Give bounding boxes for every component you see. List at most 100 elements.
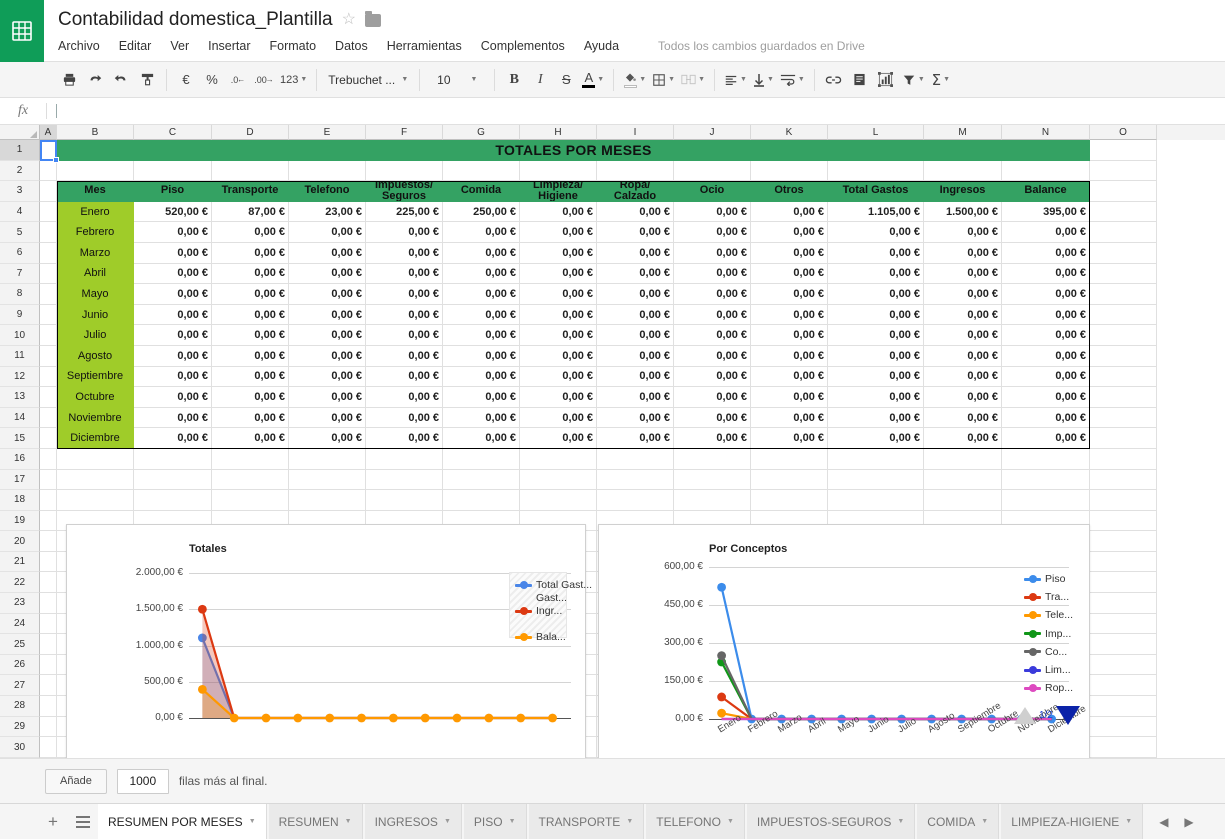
column-header-E[interactable]: E — [289, 125, 366, 140]
cell[interactable] — [134, 470, 212, 491]
add-rows-button[interactable]: Añade — [45, 769, 107, 794]
table-header-cell[interactable]: Impuestos/Seguros — [366, 181, 443, 202]
increase-decimal-button[interactable]: .00→ — [251, 67, 277, 93]
month-cell[interactable]: Mayo — [57, 284, 134, 305]
column-header-F[interactable]: F — [366, 125, 443, 140]
value-cell[interactable]: 0,00 € — [674, 305, 751, 326]
value-cell[interactable]: 0,00 € — [212, 243, 289, 264]
sheet-tab-impuestos-seguros[interactable]: IMPUESTOS-SEGUROS▼ — [747, 804, 915, 839]
cell[interactable] — [1002, 161, 1090, 182]
chart-legend-item[interactable]: Bala... — [515, 631, 566, 643]
value-cell[interactable]: 0,00 € — [828, 284, 924, 305]
value-cell[interactable]: 0,00 € — [289, 305, 366, 326]
filter-icon[interactable]: ▼ — [899, 67, 928, 93]
cell[interactable] — [366, 161, 443, 182]
cell[interactable] — [520, 490, 597, 511]
page-title[interactable]: Contabilidad domestica_Plantilla — [58, 9, 333, 31]
cell[interactable] — [366, 449, 443, 470]
cell[interactable] — [40, 222, 57, 243]
menu-herramientas[interactable]: Herramientas — [387, 39, 462, 53]
value-cell[interactable]: 0,00 € — [520, 305, 597, 326]
value-cell[interactable]: 0,00 € — [674, 264, 751, 285]
value-cell[interactable]: 0,00 € — [520, 408, 597, 429]
cell[interactable] — [597, 490, 674, 511]
chart-legend-item[interactable]: Tra... — [1024, 591, 1069, 603]
cell[interactable] — [40, 737, 57, 758]
cell[interactable] — [1090, 346, 1157, 367]
value-cell[interactable]: 0,00 € — [289, 408, 366, 429]
cell[interactable] — [40, 264, 57, 285]
row-header-26[interactable]: 26 — [0, 655, 40, 676]
functions-sigma-icon[interactable]: Σ ▼ — [928, 67, 954, 93]
hamburger-list-icon[interactable] — [68, 804, 98, 839]
value-cell[interactable]: 0,00 € — [212, 408, 289, 429]
vertical-align-icon[interactable]: ▼ — [750, 67, 777, 93]
row-header-24[interactable]: 24 — [0, 614, 40, 635]
value-cell[interactable]: 0,00 € — [443, 243, 520, 264]
cell[interactable] — [40, 490, 57, 511]
month-cell[interactable]: Agosto — [57, 346, 134, 367]
cell[interactable] — [1090, 222, 1157, 243]
value-cell[interactable]: 0,00 € — [520, 346, 597, 367]
chevron-down-icon[interactable]: ▼ — [727, 818, 734, 825]
month-cell[interactable]: Febrero — [57, 222, 134, 243]
chevron-down-icon[interactable]: ▼ — [345, 818, 352, 825]
merge-cells-icon[interactable]: ▼ — [678, 67, 708, 93]
cell[interactable] — [212, 470, 289, 491]
row-header-8[interactable]: 8 — [0, 284, 40, 305]
table-header-cell[interactable]: Telefono — [289, 181, 366, 202]
currency-format-button[interactable]: € — [173, 67, 199, 93]
column-header-O[interactable]: O — [1090, 125, 1157, 140]
cell[interactable] — [289, 161, 366, 182]
plus-icon[interactable]: + — [38, 804, 68, 839]
value-cell[interactable]: 0,00 € — [924, 305, 1002, 326]
cell[interactable] — [1090, 428, 1157, 449]
cell[interactable] — [1090, 490, 1157, 511]
value-cell[interactable]: 0,00 € — [924, 428, 1002, 449]
value-cell[interactable]: 0,00 € — [520, 367, 597, 388]
chevron-down-icon[interactable]: ▼ — [509, 818, 516, 825]
sheets-grid-icon[interactable] — [0, 0, 44, 62]
value-cell[interactable]: 0,00 € — [828, 325, 924, 346]
value-cell[interactable]: 0,00 € — [520, 243, 597, 264]
value-cell[interactable]: 0,00 € — [674, 222, 751, 243]
value-cell[interactable]: 0,00 € — [134, 408, 212, 429]
sheet-tab-telefono[interactable]: TELEFONO▼ — [646, 804, 745, 839]
value-cell[interactable]: 1.500,00 € — [924, 202, 1002, 223]
cell[interactable] — [828, 161, 924, 182]
column-header-I[interactable]: I — [597, 125, 674, 140]
value-cell[interactable]: 0,00 € — [924, 325, 1002, 346]
value-cell[interactable]: 0,00 € — [366, 243, 443, 264]
row-header-18[interactable]: 18 — [0, 490, 40, 511]
menu-formato[interactable]: Formato — [270, 39, 317, 53]
cell[interactable] — [40, 572, 57, 593]
value-cell[interactable]: 0,00 € — [597, 387, 674, 408]
cell[interactable] — [40, 202, 57, 223]
menu-archivo[interactable]: Archivo — [58, 39, 100, 53]
more-formats-button[interactable]: 123▼ — [277, 67, 310, 93]
fill-handle[interactable] — [53, 157, 59, 163]
chart-legend-item[interactable]: Tele... — [1024, 609, 1073, 621]
value-cell[interactable]: 0,00 € — [443, 325, 520, 346]
insert-link-icon[interactable] — [821, 67, 847, 93]
cell[interactable] — [1090, 305, 1157, 326]
value-cell[interactable]: 0,00 € — [1002, 387, 1090, 408]
column-header-N[interactable]: N — [1002, 125, 1090, 140]
chart-legend-pager[interactable]: 1/2 — [1014, 706, 1080, 725]
row-header-13[interactable]: 13 — [0, 387, 40, 408]
value-cell[interactable]: 0,00 € — [597, 325, 674, 346]
select-all-corner[interactable] — [0, 125, 40, 140]
chart-legend-item[interactable]: Lim... — [1024, 664, 1071, 676]
cell[interactable] — [751, 470, 828, 491]
value-cell[interactable]: 0,00 € — [443, 305, 520, 326]
value-cell[interactable]: 0,00 € — [212, 325, 289, 346]
value-cell[interactable]: 0,00 € — [597, 305, 674, 326]
value-cell[interactable]: 225,00 € — [366, 202, 443, 223]
folder-icon[interactable] — [365, 14, 381, 27]
column-header-J[interactable]: J — [674, 125, 751, 140]
cell[interactable] — [828, 470, 924, 491]
cell[interactable] — [1090, 367, 1157, 388]
sheet-tab-resumen-por-meses[interactable]: RESUMEN POR MESES▼ — [98, 804, 267, 839]
table-header-cell[interactable]: Ropa/Calzado — [597, 181, 674, 202]
value-cell[interactable]: 0,00 € — [924, 387, 1002, 408]
